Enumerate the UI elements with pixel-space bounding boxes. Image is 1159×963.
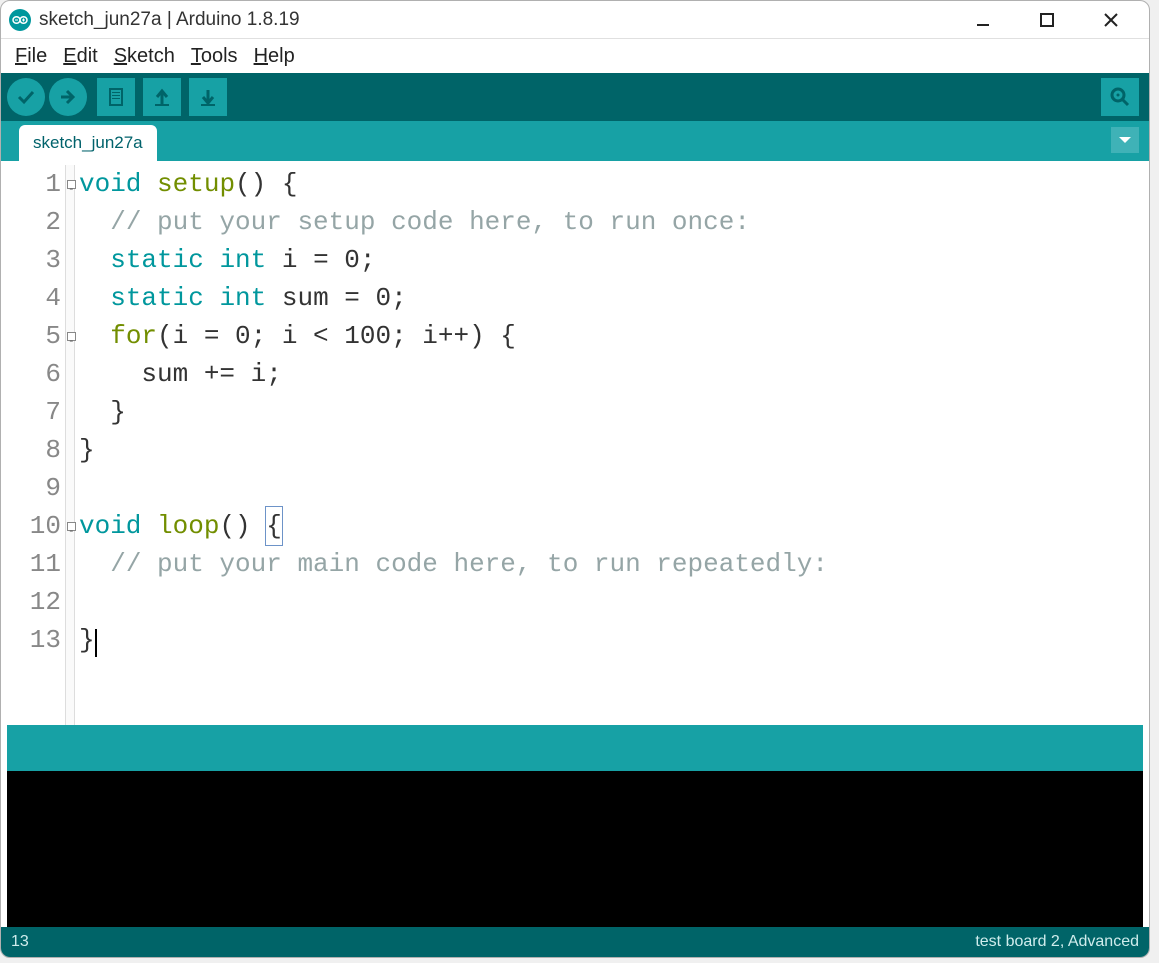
verify-button[interactable] — [7, 78, 45, 116]
output-console[interactable] — [7, 771, 1143, 927]
arduino-icon — [9, 9, 31, 31]
window-controls — [965, 5, 1129, 35]
menu-bar: File Edit Sketch Tools Help — [1, 39, 1149, 73]
menu-sketch[interactable]: Sketch — [108, 43, 181, 70]
status-bar: 13 test board 2, Advanced — [1, 927, 1149, 957]
menu-tools[interactable]: Tools — [185, 43, 244, 70]
fold-gutter[interactable] — [65, 165, 75, 725]
upload-button[interactable] — [49, 78, 87, 116]
maximize-button[interactable] — [1029, 5, 1065, 35]
tab-strip: sketch_jun27a — [1, 121, 1149, 161]
toolbar — [1, 73, 1149, 121]
tab-sketch[interactable]: sketch_jun27a — [19, 125, 157, 161]
menu-file[interactable]: File — [9, 43, 53, 70]
status-board-info: test board 2, Advanced — [975, 933, 1139, 951]
serial-monitor-button[interactable] — [1101, 78, 1139, 116]
menu-edit[interactable]: Edit — [57, 43, 103, 70]
save-button[interactable] — [189, 78, 227, 116]
code-editor[interactable]: 12345678910111213 void setup() { // put … — [7, 161, 1143, 725]
new-button[interactable] — [97, 78, 135, 116]
status-line-number: 13 — [11, 933, 975, 951]
code-area[interactable]: void setup() { // put your setup code he… — [75, 165, 828, 725]
minimize-button[interactable] — [965, 5, 1001, 35]
line-number-gutter: 12345678910111213 — [7, 165, 65, 725]
tab-menu-button[interactable] — [1111, 127, 1139, 153]
open-button[interactable] — [143, 78, 181, 116]
menu-help[interactable]: Help — [248, 43, 301, 70]
titlebar: sketch_jun27a | Arduino 1.8.19 — [1, 1, 1149, 39]
close-button[interactable] — [1093, 5, 1129, 35]
message-bar — [7, 725, 1143, 771]
app-window: sketch_jun27a | Arduino 1.8.19 File Edit… — [0, 0, 1150, 958]
window-title: sketch_jun27a | Arduino 1.8.19 — [39, 9, 965, 31]
